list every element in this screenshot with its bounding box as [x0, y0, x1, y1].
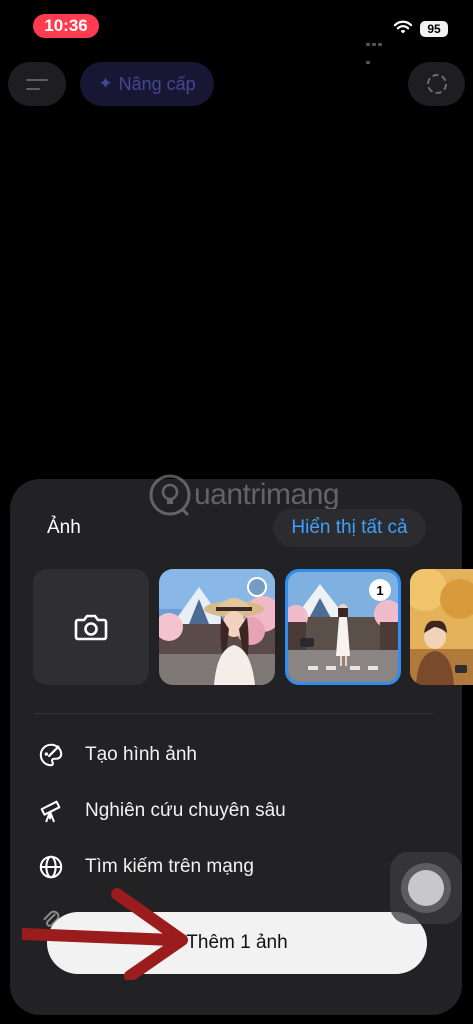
menu-icon-line	[26, 87, 40, 90]
photo-image	[410, 569, 473, 685]
assistive-touch-button[interactable]	[390, 852, 462, 924]
globe-icon	[37, 853, 65, 881]
menu-icon	[26, 78, 48, 81]
menu-button[interactable]	[8, 62, 66, 106]
upgrade-button[interactable]: ✦ Nâng cấp	[80, 62, 214, 106]
photos-section-title: Ảnh	[47, 517, 81, 538]
dashed-circle-icon	[426, 74, 447, 94]
create-image-label: Tạo hình ảnh	[85, 744, 197, 765]
photo-man-autumn-park[interactable]	[410, 569, 473, 685]
camera-icon	[74, 614, 108, 641]
watermark-text: uantrimang	[194, 478, 340, 511]
web-search-option[interactable]: Tìm kiếm trên mạng	[37, 852, 254, 882]
assistive-touch-ring	[401, 863, 451, 913]
red-arrow-annotation	[22, 888, 188, 980]
cellular-dots-icon	[366, 33, 388, 64]
sparkle-icon: ✦	[98, 74, 113, 93]
wifi-icon	[393, 19, 413, 35]
photo-woman-hat-mount-fuji[interactable]	[159, 569, 275, 685]
camera-button[interactable]	[33, 569, 149, 685]
web-search-label: Tìm kiếm trên mạng	[85, 856, 254, 877]
upgrade-label: Nâng cấp	[118, 73, 196, 94]
deep-research-option[interactable]: Nghiên cứu chuyên sâu	[37, 796, 286, 826]
create-image-option[interactable]: Tạo hình ảnh	[37, 740, 197, 770]
sheet-divider	[35, 713, 433, 714]
telescope-icon	[37, 797, 65, 825]
deep-research-label: Nghiên cứu chuyên sâu	[85, 800, 286, 821]
show-all-button[interactable]: Hiển thị tất cả	[273, 509, 426, 547]
photo-woman-white-dress-street[interactable]: 1	[285, 569, 401, 685]
photo-select-circle[interactable]	[247, 577, 267, 597]
battery-icon: 95	[420, 21, 448, 37]
temporary-chat-button[interactable]	[408, 62, 465, 106]
watermark-logo-icon	[149, 474, 191, 517]
selection-badge[interactable]: 1	[369, 579, 391, 601]
palette-icon	[37, 741, 65, 769]
assistive-touch-dot	[408, 870, 444, 906]
status-time: 10:36	[33, 14, 99, 38]
